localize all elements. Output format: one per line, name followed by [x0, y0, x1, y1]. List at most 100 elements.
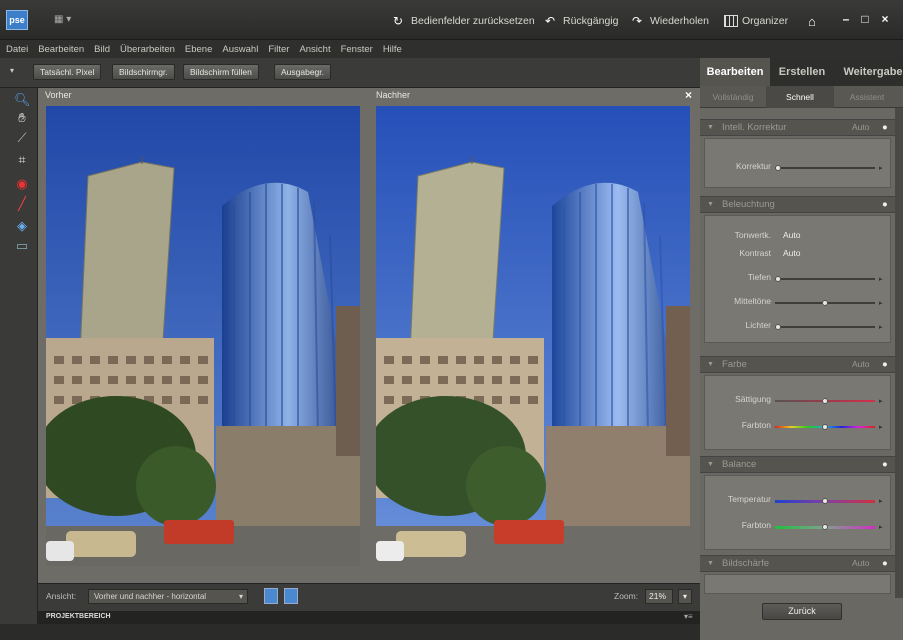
hand-tool-icon[interactable]: ✋︎: [14, 110, 30, 126]
whiten-teeth-tool-icon[interactable]: ╱: [14, 196, 30, 212]
tint-label: Farbton: [741, 520, 771, 530]
before-photo-image: [46, 106, 360, 566]
chevron-down-icon: ▼: [707, 461, 714, 468]
balance-body: Temperatur ▸ Farbton ▸: [704, 475, 891, 550]
zoom-tool-icon[interactable]: 🔍︎: [14, 92, 31, 108]
hue-label: Farbton: [741, 420, 771, 430]
lightbulb-icon[interactable]: ●: [882, 457, 888, 472]
slider-knob[interactable]: [822, 300, 828, 306]
temperature-slider[interactable]: [775, 498, 875, 504]
print-size-button[interactable]: Ausgabegr.: [274, 64, 332, 80]
chevron-down-icon: ▼: [707, 361, 714, 368]
balance-header[interactable]: ▼ Balance ●: [700, 456, 895, 473]
smartfix-header[interactable]: ▼ Intell. Korrektur Auto ●: [700, 119, 895, 136]
slider-arrow-icon: ▸: [879, 165, 883, 172]
tint-slider[interactable]: [775, 524, 875, 530]
black-white-selection-tool-icon[interactable]: ▭: [14, 238, 30, 254]
hue-slider[interactable]: [775, 424, 875, 430]
menu-window[interactable]: Fenster: [341, 44, 373, 55]
saturation-slider[interactable]: [775, 398, 875, 404]
sharpness-auto-button[interactable]: Auto: [852, 556, 870, 571]
close-button[interactable]: ×: [877, 12, 893, 26]
panel-scrollbar[interactable]: [895, 108, 903, 598]
make-dull-sky-blue-tool-icon[interactable]: ◈: [14, 218, 30, 234]
slider-knob[interactable]: [775, 324, 781, 330]
reset-panels-button[interactable]: ↻ Bedienfelder zurücksetzen: [393, 13, 535, 29]
home-icon[interactable]: ⌂: [808, 13, 816, 29]
color-auto-button[interactable]: Auto: [852, 357, 870, 372]
menu-file[interactable]: Datei: [6, 44, 28, 55]
after-photo-image: [376, 106, 690, 566]
menu-select[interactable]: Auswahl: [222, 44, 258, 55]
zoom-input[interactable]: 21%: [645, 589, 673, 604]
swap-views-icon[interactable]: [264, 588, 278, 604]
tab-guided-edit[interactable]: Assistent: [834, 86, 900, 108]
tab-edit[interactable]: Bearbeiten: [700, 58, 770, 86]
options-collapse-icon[interactable]: ▾: [10, 66, 14, 75]
zoom-label: Zoom:: [614, 591, 639, 601]
menu-filter[interactable]: Filter: [268, 44, 289, 55]
tab-share[interactable]: Weitergabe: [838, 58, 903, 86]
slider-arrow-icon: ▸: [879, 276, 883, 283]
slider-arrow-icon: ▸: [879, 300, 883, 307]
menu-layer[interactable]: Ebene: [185, 44, 212, 55]
undo-button[interactable]: ↶ Rückgängig: [545, 13, 618, 29]
chevron-down-icon: ▼: [707, 201, 714, 208]
shadows-slider[interactable]: [775, 276, 875, 282]
actual-pixels-button[interactable]: Tatsächl. Pixel: [33, 64, 102, 80]
slider-knob[interactable]: [822, 398, 828, 404]
organizer-button[interactable]: Organizer: [724, 13, 788, 29]
minimize-button[interactable]: –: [838, 12, 854, 26]
tab-full-edit[interactable]: Vollständig: [700, 86, 766, 108]
lightbulb-icon[interactable]: ●: [882, 556, 888, 571]
menu-bar: Datei Bearbeiten Bild Überarbeiten Ebene…: [0, 40, 903, 58]
smartfix-slider[interactable]: [775, 165, 875, 171]
tab-create[interactable]: Erstellen: [772, 58, 832, 86]
right-panel: Bearbeiten Erstellen Weitergabe Vollstän…: [700, 58, 903, 640]
slider-knob[interactable]: [822, 498, 828, 504]
levels-auto-button[interactable]: Auto: [783, 230, 801, 240]
layout-menu-icon[interactable]: ▦ ▾: [54, 14, 82, 28]
menu-image[interactable]: Bild: [94, 44, 110, 55]
edit-mode-tabs: Vollständig Schnell Assistent: [700, 86, 903, 108]
slider-knob[interactable]: [822, 424, 828, 430]
redo-button[interactable]: ↷ Wiederholen: [632, 13, 709, 29]
sharpness-header[interactable]: ▼ Bildschärfe Auto ●: [700, 555, 895, 572]
menu-help[interactable]: Hilfe: [383, 44, 402, 55]
lightbulb-icon[interactable]: ●: [882, 120, 888, 135]
menu-enhance[interactable]: Überarbeiten: [120, 44, 175, 55]
project-bin-bar[interactable]: PROJEKTBEREICH ▾≡: [38, 611, 702, 624]
color-header[interactable]: ▼ Farbe Auto ●: [700, 356, 895, 373]
tab-quick-edit[interactable]: Schnell: [766, 86, 834, 108]
before-pane-title: Vorher: [45, 90, 72, 100]
options-bar: ▾ Tatsächl. Pixel Bildschirmgr. Bildschi…: [0, 58, 700, 88]
menu-edit[interactable]: Bearbeiten: [38, 44, 84, 55]
view-mode-value: Vorher und nachher - horizontal: [94, 592, 207, 601]
reset-button[interactable]: Zurück: [762, 603, 842, 620]
view-mode-select[interactable]: Vorher und nachher - horizontal ▾: [88, 589, 248, 604]
lighting-header[interactable]: ▼ Beleuchtung ●: [700, 196, 895, 213]
lightbulb-icon[interactable]: ●: [882, 357, 888, 372]
midtones-slider[interactable]: [775, 300, 875, 306]
slider-arrow-icon: ▸: [879, 324, 883, 331]
slider-knob[interactable]: [822, 524, 828, 530]
organizer-label: Organizer: [742, 15, 789, 27]
menu-view[interactable]: Ansicht: [299, 44, 330, 55]
lightbulb-icon[interactable]: ●: [882, 197, 888, 212]
link-views-icon[interactable]: [284, 588, 298, 604]
contrast-auto-button[interactable]: Auto: [783, 248, 801, 258]
smartfix-auto-button[interactable]: Auto: [852, 120, 870, 135]
close-compare-button[interactable]: ×: [685, 88, 692, 102]
zoom-dropdown-icon[interactable]: ▾: [678, 589, 692, 604]
quick-select-tool-icon[interactable]: ⟋: [14, 130, 30, 146]
highlights-slider[interactable]: [775, 324, 875, 330]
maximize-button[interactable]: □: [857, 12, 873, 26]
fill-screen-button[interactable]: Bildschirm füllen: [183, 64, 259, 80]
crop-tool-icon[interactable]: ⌗: [14, 152, 30, 168]
fit-screen-button[interactable]: Bildschirmgr.: [112, 64, 175, 80]
slider-knob[interactable]: [775, 276, 781, 282]
midtones-label: Mitteltöne: [734, 296, 771, 306]
slider-knob[interactable]: [775, 165, 781, 171]
red-eye-tool-icon[interactable]: ◉: [14, 176, 30, 192]
project-bin-menu-icon[interactable]: ▾≡: [684, 612, 693, 621]
